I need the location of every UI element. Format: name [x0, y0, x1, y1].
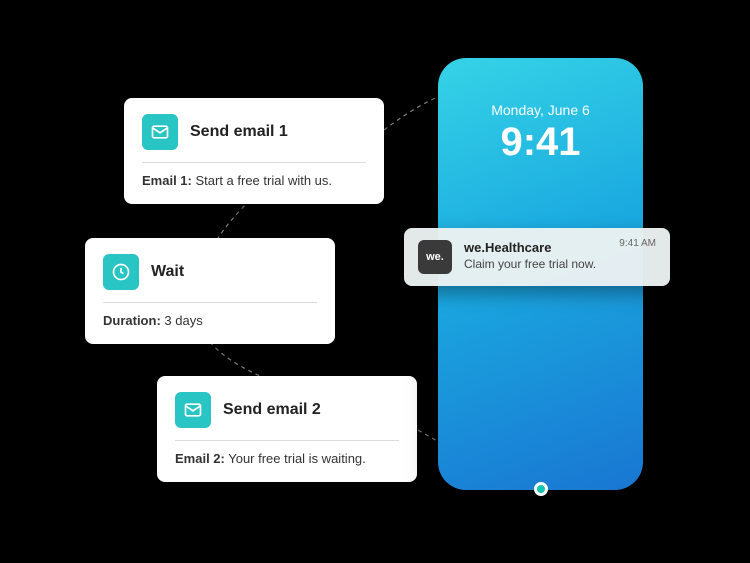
card-header: Send email 2	[175, 392, 399, 441]
body-text: Your free trial is waiting.	[225, 451, 366, 466]
workflow-step-email1: Send email 1 Email 1: Start a free trial…	[124, 98, 384, 204]
card-header: Wait	[103, 254, 317, 303]
card-title: Send email 2	[223, 401, 321, 419]
workflow-step-wait: Wait Duration: 3 days	[85, 238, 335, 344]
lockscreen-header: Monday, June 6 9:41	[438, 58, 643, 164]
card-title: Send email 1	[190, 123, 288, 141]
clock-icon	[103, 254, 139, 290]
body-label: Email 1:	[142, 173, 192, 188]
email-icon	[175, 392, 211, 428]
card-body: Email 1: Start a free trial with us.	[142, 173, 366, 188]
body-text: 3 days	[161, 313, 203, 328]
card-title: Wait	[151, 263, 184, 281]
notification-timestamp: 9:41 AM	[619, 238, 656, 249]
push-notification: we. we.Healthcare Claim your free trial …	[404, 228, 670, 286]
home-indicator-icon	[534, 482, 548, 496]
body-text: Start a free trial with us.	[192, 173, 332, 188]
card-body: Email 2: Your free trial is waiting.	[175, 451, 399, 466]
card-header: Send email 1	[142, 114, 366, 163]
workflow-step-email2: Send email 2 Email 2: Your free trial is…	[157, 376, 417, 482]
body-label: Email 2:	[175, 451, 225, 466]
notification-message: Claim your free trial now.	[464, 257, 656, 271]
lockscreen-time: 9:41	[438, 120, 643, 164]
body-label: Duration:	[103, 313, 161, 328]
app-icon: we.	[418, 240, 452, 274]
card-body: Duration: 3 days	[103, 313, 317, 328]
lockscreen-date: Monday, June 6	[438, 102, 643, 118]
phone-mockup: Monday, June 6 9:41 we. we.Healthcare Cl…	[438, 58, 643, 490]
email-icon	[142, 114, 178, 150]
diagram-canvas: Send email 1 Email 1: Start a free trial…	[0, 0, 750, 563]
